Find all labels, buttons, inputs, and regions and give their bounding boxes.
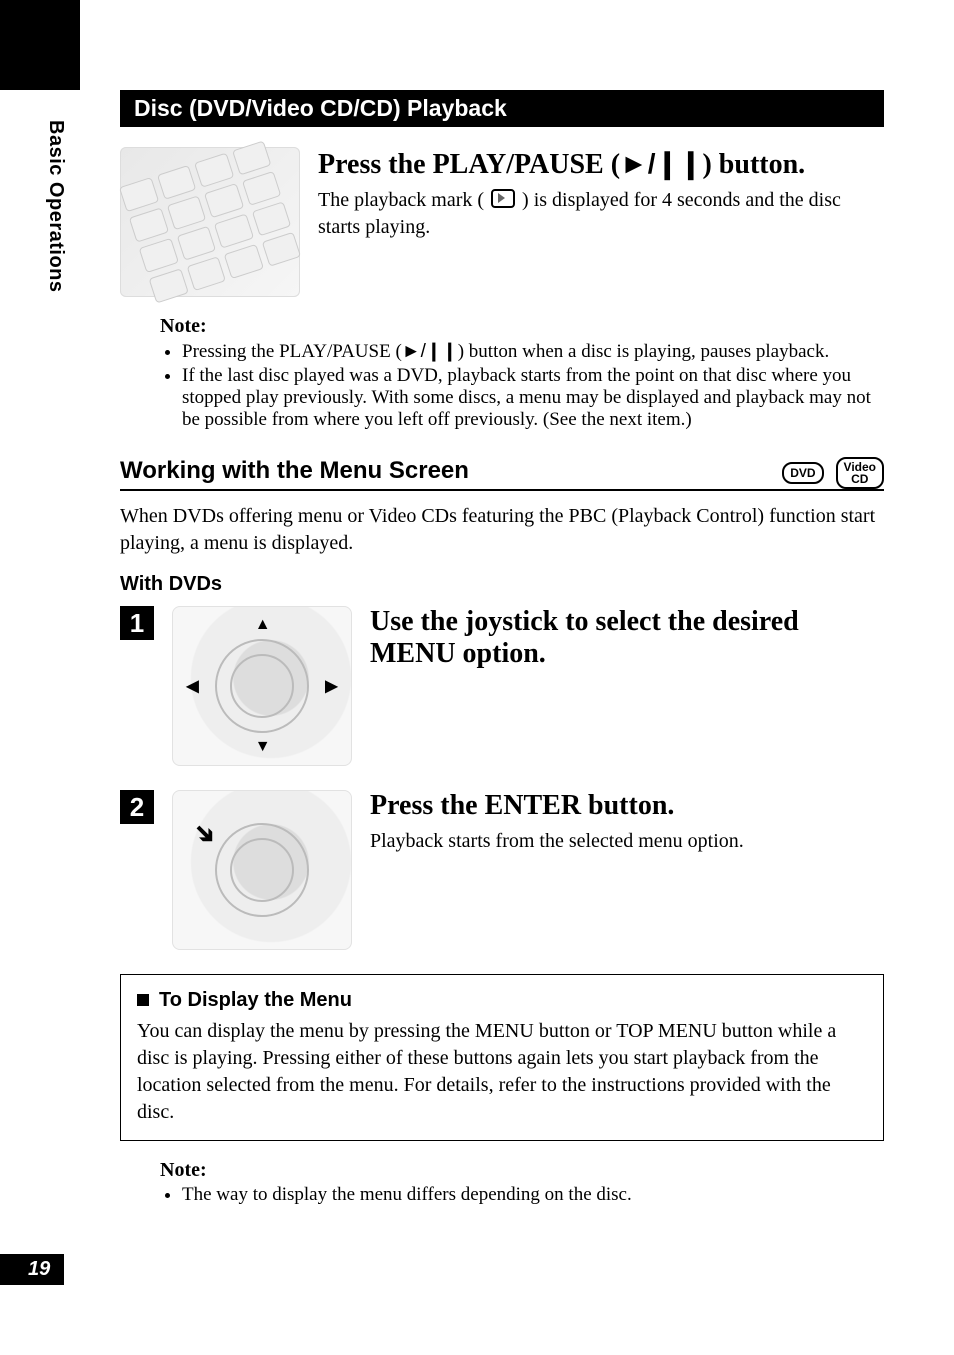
intro-body: The playback mark ( ) is displayed for 4… (318, 187, 884, 241)
step-row: 1 ▲ ▼ ◀ ▶ Use the joystick to select the… (120, 606, 884, 766)
note-item: Pressing the PLAY/PAUSE (►/❙❙) button wh… (182, 340, 884, 363)
note-list-2: The way to display the menu differs depe… (160, 1184, 884, 1206)
corner-tab (0, 0, 80, 90)
subsection-bar: Working with the Menu Screen DVD Video C… (120, 457, 884, 491)
tip-title: To Display the Menu (137, 989, 867, 1012)
intro-row: Press the PLAY/PAUSE (►/❙❙) button. The … (120, 147, 884, 297)
play-pause-glyph: ►/❙❙ (402, 341, 458, 362)
dvd-badge-icon: DVD (782, 462, 823, 484)
note-item-text: If the last disc played was a DVD, playb… (182, 365, 871, 430)
section-title-bar: Disc (DVD/Video CD/CD) Playback (120, 90, 884, 127)
step-body: Playback starts from the selected menu o… (370, 828, 884, 855)
manual-page: Basic Operations Disc (DVD/Video CD/CD) … (0, 0, 954, 1355)
intro-heading: Press the PLAY/PAUSE (►/❙❙) button. (318, 147, 884, 181)
step-number-box: 1 (120, 606, 154, 640)
with-dvds-heading: With DVDs (120, 573, 884, 596)
section-side-label: Basic Operations (44, 120, 67, 293)
page-number: 19 (0, 1254, 64, 1285)
note-list-1: Pressing the PLAY/PAUSE (►/❙❙) button wh… (160, 340, 884, 431)
joystick-illustration: ▲ ▼ ◀ ▶ (172, 606, 352, 766)
step-number-box: 2 (120, 790, 154, 824)
press-arrow-icon: ➔ (186, 815, 223, 852)
tip-box: To Display the Menu You can display the … (120, 974, 884, 1141)
play-pause-glyph: ►/❙❙ (620, 148, 702, 179)
joystick-press-illustration: ➔ (172, 790, 352, 950)
menu-intro-paragraph: When DVDs offering menu or Video CDs fea… (120, 503, 884, 557)
intro-heading-part-a: Press the PLAY/PAUSE ( (318, 149, 620, 180)
subsection-heading: Working with the Menu Screen (120, 457, 770, 485)
note-item-b: ) button when a disc is playing, pauses … (458, 341, 829, 362)
playback-mark-icon (491, 189, 515, 208)
note-label-1: Note: (160, 315, 884, 338)
vcd-bottom: CD (851, 473, 868, 485)
arrow-down-icon: ▼ (255, 738, 271, 756)
step-title: Use the joystick to select the desired M… (370, 606, 884, 670)
step-title: Press the ENTER button. (370, 790, 884, 822)
intro-heading-part-b: ) button. (702, 149, 805, 180)
arrow-up-icon: ▲ (255, 616, 271, 634)
remote-illustration (120, 147, 300, 297)
intro-body-a: The playback mark ( (318, 189, 484, 211)
video-cd-badge-icon: Video CD (836, 457, 884, 489)
note-label-2: Note: (160, 1159, 884, 1182)
note-item: If the last disc played was a DVD, playb… (182, 365, 884, 431)
arrow-right-icon: ▶ (325, 676, 337, 696)
note-item-a: Pressing the PLAY/PAUSE ( (182, 341, 402, 362)
arrow-left-icon: ◀ (186, 676, 198, 696)
note-item: The way to display the menu differs depe… (182, 1184, 884, 1206)
step-row: 2 ➔ Press the ENTER button. Playback sta… (120, 790, 884, 950)
tip-body: You can display the menu by pressing the… (137, 1018, 867, 1126)
